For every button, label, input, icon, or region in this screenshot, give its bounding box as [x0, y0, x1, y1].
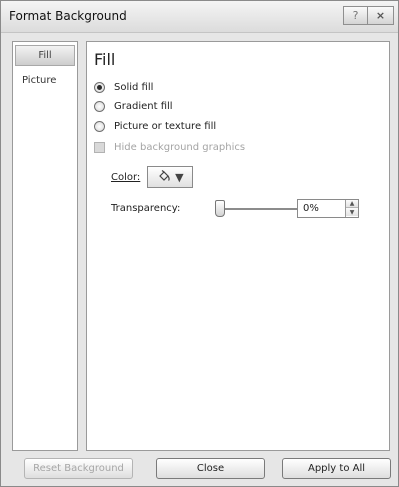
solid-fill-option[interactable]: Solid fill — [94, 82, 153, 93]
fill-settings-panel: Fill Solid fill Gradient fill Picture or… — [86, 41, 390, 451]
picture-texture-fill-label: Picture or texture fill — [114, 121, 217, 132]
reset-background-label: Reset Background — [33, 463, 124, 474]
apply-to-all-button[interactable]: Apply to All — [282, 458, 391, 479]
chevron-down-icon: ▼ — [175, 170, 184, 184]
transparency-spinner[interactable]: 0% ▲ ▼ — [297, 199, 359, 218]
sidebar-item-fill[interactable]: Fill — [15, 45, 75, 66]
reset-background-button[interactable]: Reset Background — [24, 458, 133, 479]
title-bar-buttons: ? × — [343, 6, 394, 25]
close-window-button[interactable]: × — [367, 6, 394, 25]
picture-texture-fill-option[interactable]: Picture or texture fill — [94, 121, 216, 132]
help-button[interactable]: ? — [343, 6, 368, 25]
spinner-up-icon[interactable]: ▲ — [346, 200, 358, 208]
close-button[interactable]: Close — [156, 458, 265, 479]
transparency-value: 0% — [303, 203, 319, 214]
dialog-title: Format Background — [9, 9, 127, 23]
transparency-slider-handle[interactable] — [215, 200, 225, 217]
color-row: Color: ▼ — [111, 166, 194, 188]
hide-background-graphics-label: Hide background graphics — [114, 142, 246, 153]
gradient-fill-label: Gradient fill — [114, 101, 173, 112]
picture-texture-fill-radio[interactable] — [94, 121, 105, 132]
format-background-dialog: Format Background ? × Fill Picture Fill … — [0, 0, 399, 487]
hide-background-graphics-option[interactable]: Hide background graphics — [94, 142, 245, 153]
solid-fill-label: Solid fill — [114, 82, 154, 93]
apply-to-all-label: Apply to All — [307, 463, 366, 474]
close-label: Close — [196, 463, 225, 474]
gradient-fill-radio[interactable] — [94, 101, 105, 112]
panel-title: Fill — [94, 50, 116, 69]
hide-background-graphics-checkbox[interactable] — [94, 142, 105, 153]
solid-fill-radio[interactable] — [94, 82, 105, 93]
sidebar-item-picture[interactable]: Picture — [15, 70, 75, 91]
color-label: Color: — [111, 171, 141, 183]
transparency-label: Transparency: — [111, 203, 181, 214]
help-icon: ? — [352, 9, 359, 22]
sidebar-item-label: Picture — [22, 75, 57, 86]
close-icon: × — [375, 9, 386, 22]
spinner-buttons: ▲ ▼ — [345, 200, 358, 217]
paint-bucket-icon — [159, 170, 170, 181]
gradient-fill-option[interactable]: Gradient fill — [94, 101, 173, 112]
transparency-row: Transparency: 0% ▲ ▼ — [111, 199, 381, 219]
color-picker-button[interactable]: ▼ — [147, 166, 194, 188]
title-bar[interactable]: Format Background ? × — [1, 1, 398, 33]
spinner-down-icon[interactable]: ▼ — [346, 208, 358, 216]
category-list: Fill Picture — [12, 41, 78, 451]
sidebar-item-label: Fill — [38, 50, 52, 61]
transparency-slider-track[interactable] — [221, 208, 303, 210]
